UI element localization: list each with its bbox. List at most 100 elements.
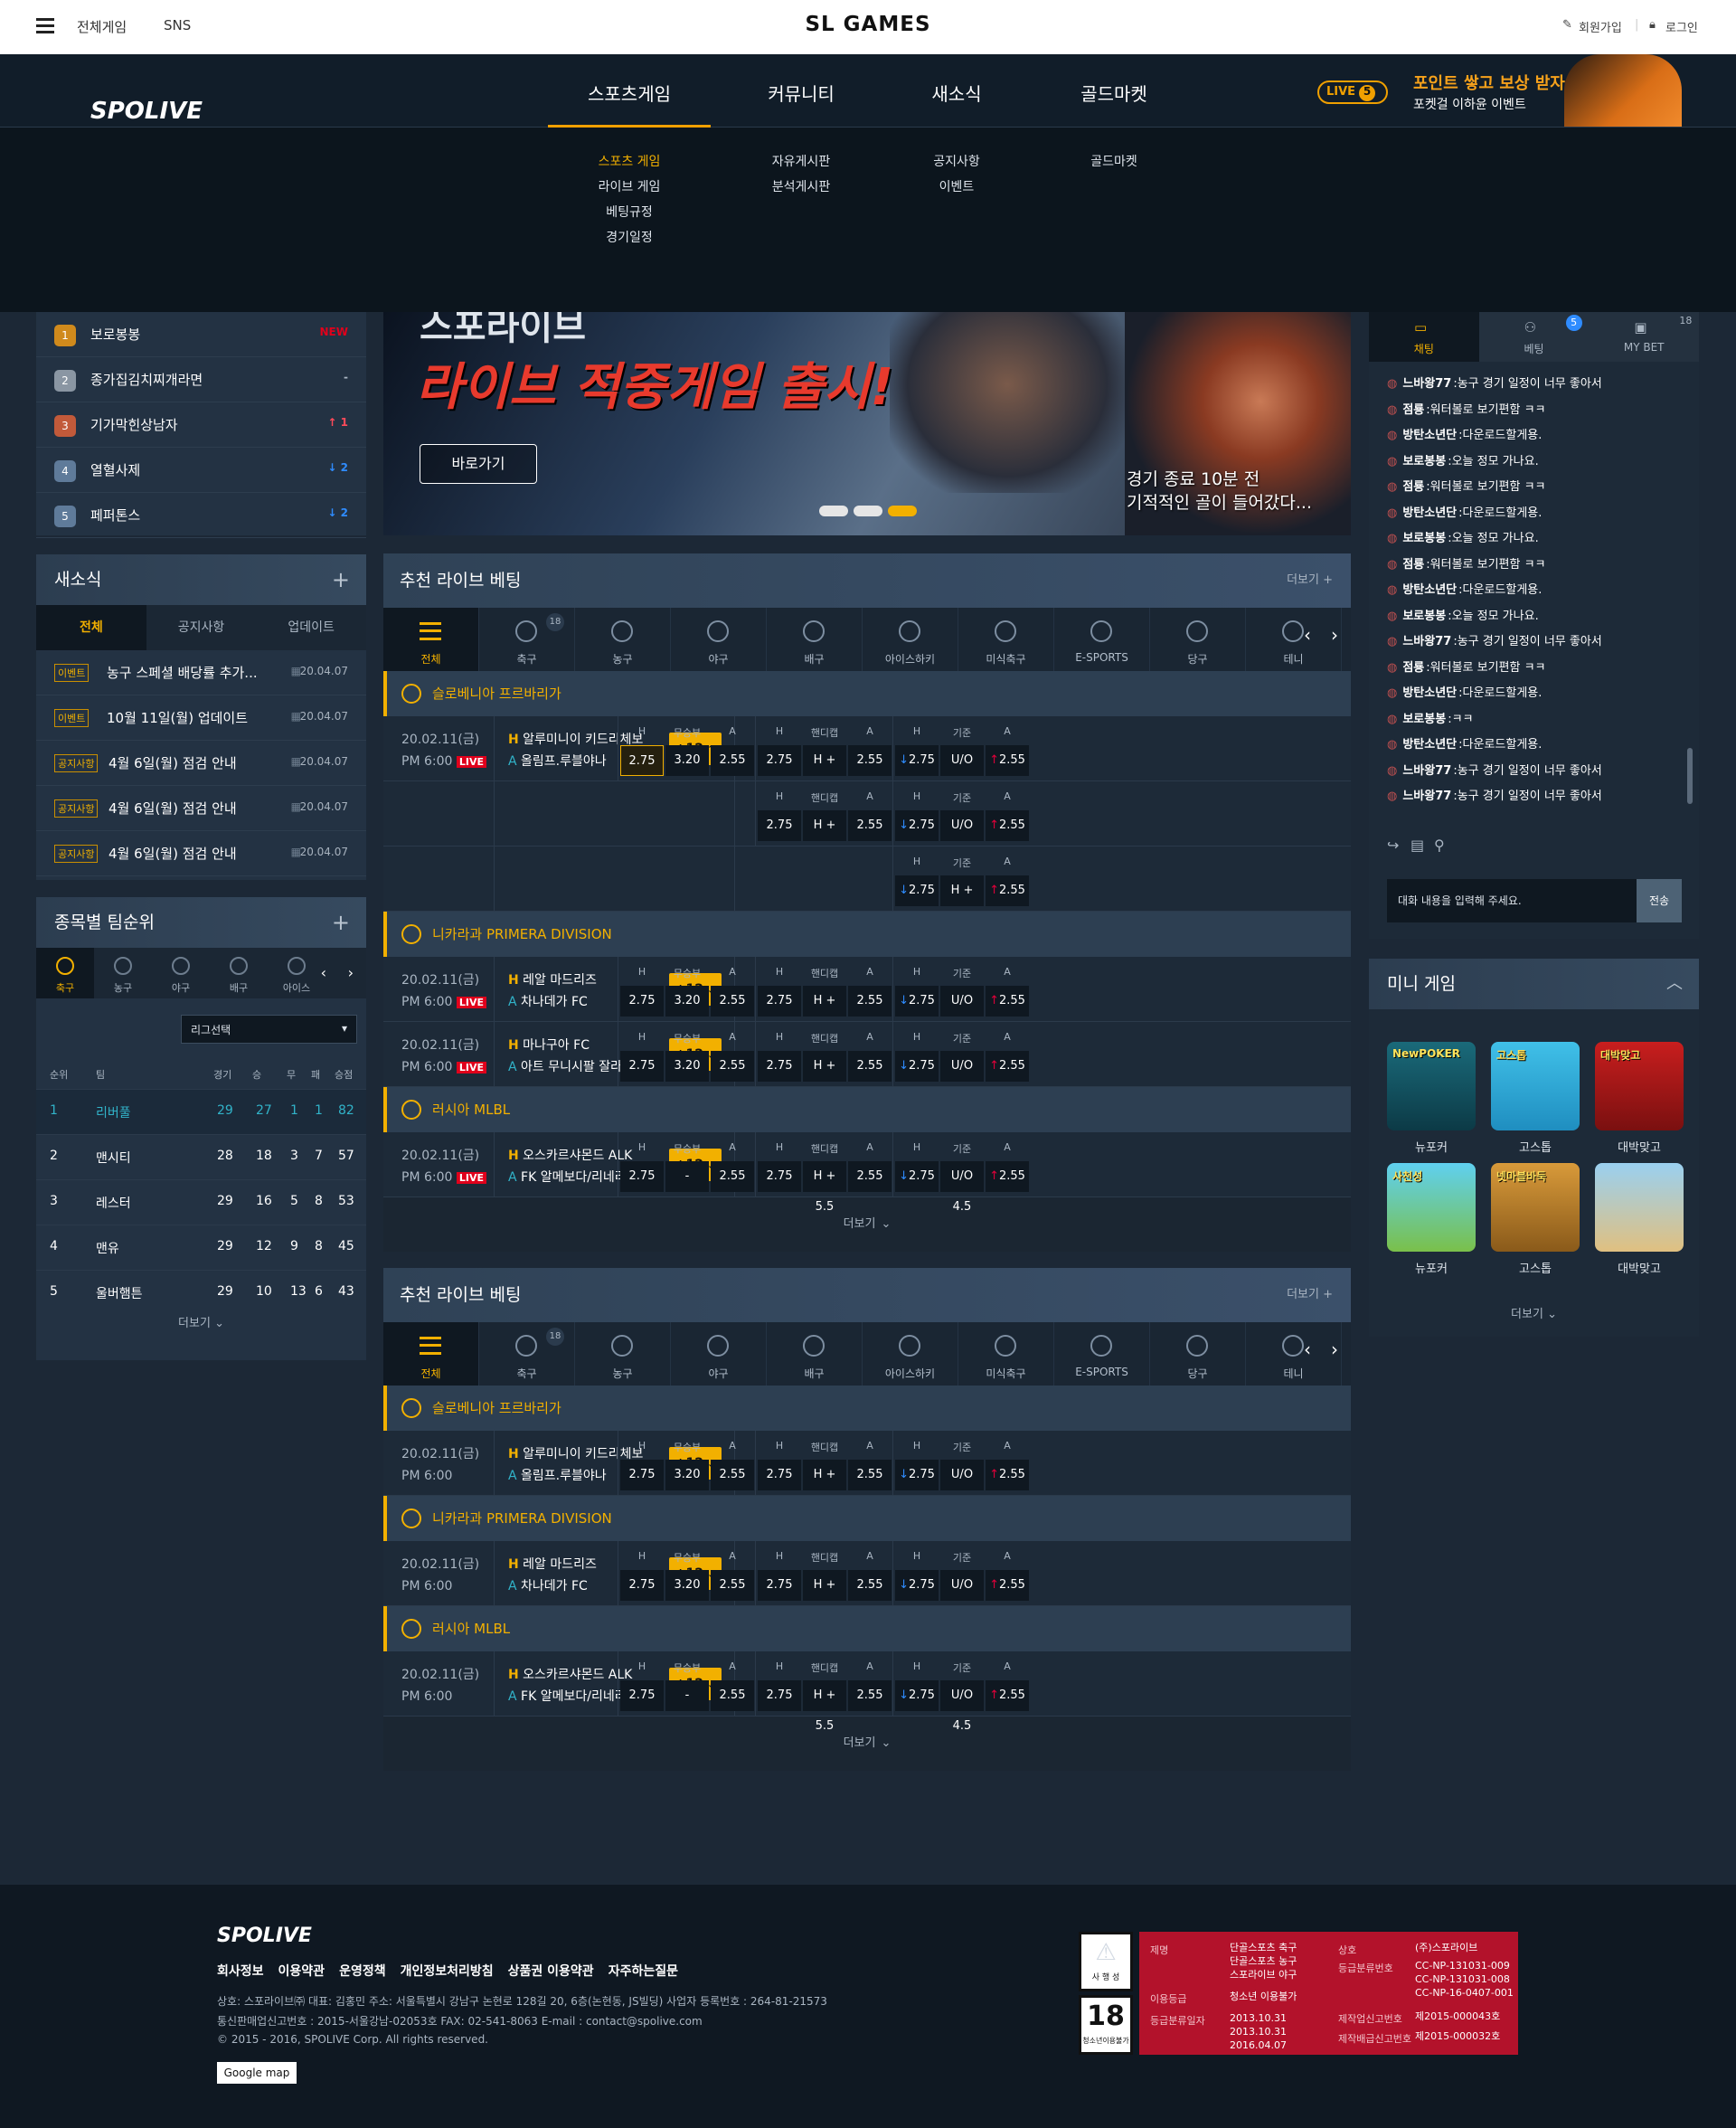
nav-gold-market[interactable]: 골드마켓 [1033, 80, 1195, 106]
odds-button[interactable]: 2.55 [711, 1051, 754, 1082]
chevron-right-icon[interactable]: › [1331, 624, 1338, 646]
odds-button[interactable]: 2.55 [848, 1570, 892, 1601]
odds-button[interactable]: U/O 4.5 [940, 810, 984, 863]
sport-tab[interactable]: 테니 [1246, 1322, 1342, 1386]
ranking-row[interactable]: 5 페퍼톤스 ↓ 2 [36, 493, 366, 538]
chat-username[interactable]: 방탄소년단 [1402, 506, 1457, 520]
odds-button[interactable]: 2.75 [620, 986, 664, 1017]
odds-button[interactable]: U/O 4.5 [940, 1051, 984, 1103]
odds-button[interactable]: 2.75 [758, 1570, 801, 1601]
league-header[interactable]: 슬로베니아 프르바리가 [383, 1386, 1351, 1431]
sport-tab[interactable]: 농구 [575, 608, 671, 671]
odds-button[interactable]: - [665, 1680, 709, 1711]
odds-button[interactable]: U/O 4.5 [940, 745, 984, 798]
chat-scrollbar[interactable] [1687, 748, 1693, 804]
odds-button[interactable]: 2.75 [758, 1460, 801, 1490]
odds-button[interactable]: 2.55 [711, 1680, 754, 1711]
odds-button[interactable]: 3.20 [665, 1570, 709, 1601]
chat-username[interactable]: 방탄소년단 [1402, 583, 1457, 597]
tab-update[interactable]: 업데이트 [256, 605, 366, 650]
sport-tab[interactable]: 아이스하키 [863, 1322, 958, 1386]
odds-button[interactable]: H + 5.5 [803, 986, 846, 1038]
sport-tab[interactable]: 미식축구 [958, 1322, 1054, 1386]
signup-icon[interactable]: ✎ [1562, 18, 1572, 32]
mini-game-label[interactable]: 고스톱 [1491, 1138, 1580, 1155]
league-header[interactable]: 니카라과 PRIMERA DIVISION [383, 912, 1351, 957]
banner-dot-1[interactable] [819, 506, 848, 516]
live-badge[interactable]: LIVE 5 [1317, 80, 1388, 104]
odds-button[interactable]: H + 5.5 [803, 745, 846, 798]
tab-notice[interactable]: 공지사항 [146, 605, 257, 650]
footer-link[interactable]: 운영정책 [339, 1964, 386, 1979]
chat-username[interactable]: 방탄소년단 [1402, 686, 1457, 700]
team-table-row[interactable]: 1 리버풀 29 27 1 1 82 [36, 1089, 366, 1134]
odds-button[interactable]: 2.75 [620, 745, 664, 776]
chat-username[interactable]: 느바왕77 [1402, 764, 1451, 778]
sport-tab[interactable]: 전체 [383, 608, 479, 671]
odds-button[interactable]: 2.75 [758, 1161, 801, 1192]
ranking-row[interactable]: 1 보로봉봉 NEW [36, 312, 366, 357]
odds-button[interactable]: 2.75 [758, 986, 801, 1017]
odds-button[interactable]: U/O 4.5 [940, 1161, 984, 1214]
odds-button[interactable]: 3.20 [665, 745, 709, 776]
dd-notice[interactable]: 공지사항 [875, 152, 1038, 170]
mini-game-label[interactable]: 대박맞고 [1595, 1259, 1684, 1276]
news-item[interactable]: 공지사항 4월 6일(월) 점검 안내 ▦ 20.04.07 [36, 786, 366, 831]
team-sport-tab[interactable]: 축구 [36, 948, 94, 998]
news-plus-button[interactable]: + [332, 554, 350, 605]
promo-subtitle[interactable]: 포켓걸 이하윤 이벤트 [1413, 95, 1526, 113]
mini-more-button[interactable]: 더보기 ⌄ [1369, 1304, 1699, 1321]
team-sport-tab[interactable]: 농구 [94, 948, 152, 998]
odds-button[interactable]: U/O 4.5 [940, 986, 984, 1038]
odds-button[interactable]: ↓2.75 [895, 810, 939, 841]
league-header[interactable]: 러시아 MLBL [383, 1606, 1351, 1651]
odds-button[interactable]: 2.75 [758, 810, 801, 841]
promo-title[interactable]: 포인트 쌓고 보상 받자! [1413, 71, 1572, 94]
chevron-left-icon[interactable]: ‹ [1304, 1338, 1311, 1360]
ranking-row[interactable]: 4 열혈사제 ↓ 2 [36, 448, 366, 493]
odds-button[interactable]: ↑2.55 [986, 745, 1029, 776]
chevron-left-icon[interactable]: ‹ [321, 964, 326, 981]
tab-betting[interactable]: ⚇ 5 베팅 [1479, 312, 1590, 362]
odds-button[interactable]: ↑2.55 [986, 1161, 1029, 1192]
odds-button[interactable]: ↓2.75 [895, 986, 939, 1017]
odds-button[interactable]: ↓2.75 [895, 1051, 939, 1082]
odds-button[interactable]: H + 5.5 [803, 1460, 846, 1512]
news-item[interactable]: 이벤트 10월 11일(월) 업데이트 ▦ 20.04.07 [36, 695, 366, 741]
team-sport-tab[interactable]: 배구 [210, 948, 268, 998]
odds-button[interactable]: ↑2.55 [986, 1570, 1029, 1601]
dd-schedule[interactable]: 경기일정 [548, 228, 711, 246]
odds-button[interactable]: 2.55 [848, 1460, 892, 1490]
note-icon[interactable]: ▤ [1410, 837, 1424, 854]
match-teams[interactable]: H 마나구아 FC A 아트 무니시팔 잘라파 [508, 1035, 634, 1078]
odds-button[interactable]: ↑2.55 [986, 1680, 1029, 1711]
odds-button[interactable]: 2.55 [711, 1570, 754, 1601]
odds-button[interactable]: ↓2.75 [895, 1161, 939, 1192]
team-rank-plus-button[interactable]: + [332, 897, 350, 948]
promo-model-image[interactable] [1564, 54, 1682, 127]
sport-tab[interactable]: 당구 [1150, 608, 1246, 671]
odds-button[interactable]: H + 5.5 [803, 1570, 846, 1622]
odds-button[interactable]: 2.55 [848, 1161, 892, 1192]
dd-gold-market[interactable]: 골드마켓 [1033, 152, 1195, 170]
signup-link[interactable]: 회원가입 [1579, 18, 1622, 35]
sport-tab[interactable]: E-SPORTS [1054, 608, 1150, 671]
sport-tab[interactable]: 야구 [671, 608, 767, 671]
sport-tab[interactable]: 농구 [575, 1322, 671, 1386]
odds-button[interactable]: 2.55 [848, 1680, 892, 1711]
sport-tab[interactable]: 야구 [671, 1322, 767, 1386]
odds-button[interactable]: 3.20 [665, 1460, 709, 1490]
team-table-row[interactable]: 3 레스터 29 16 5 8 53 [36, 1179, 366, 1225]
chat-username[interactable]: 방탄소년단 [1402, 738, 1457, 752]
team-sport-tab[interactable]: 야구 [152, 948, 210, 998]
odds-button[interactable]: ↓2.75 [895, 875, 939, 906]
nav-sports-game[interactable]: 스포츠게임 [548, 80, 711, 128]
odds-button[interactable]: H + 5.5 [940, 875, 984, 928]
dd-sports-game[interactable]: 스포츠 게임 [548, 152, 711, 170]
chat-username[interactable]: 보로봉봉 [1402, 610, 1446, 623]
chat-username[interactable]: 보로봉봉 [1402, 455, 1446, 468]
odds-button[interactable]: U/O 4.5 [940, 1460, 984, 1512]
section-more-link[interactable]: 더보기 + [1287, 553, 1333, 608]
news-item[interactable]: 공지사항 4월 6일(월) 점검 안내 ▦ 20.04.07 [36, 831, 366, 876]
odds-button[interactable]: ↑2.55 [986, 986, 1029, 1017]
